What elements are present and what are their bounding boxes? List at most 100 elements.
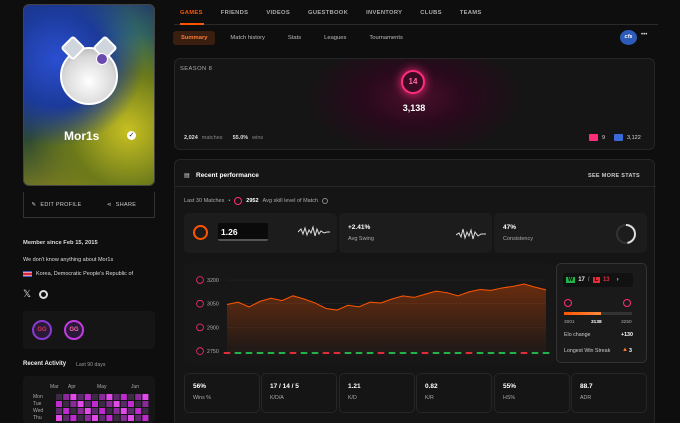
tab-guestbook[interactable]: GUESTBOOK bbox=[308, 10, 348, 16]
heatmap-cell[interactable] bbox=[142, 394, 149, 400]
heatmap-cell[interactable] bbox=[120, 408, 127, 414]
team-logo[interactable]: cfs bbox=[620, 30, 637, 45]
rank-stat-a: 9 bbox=[602, 135, 606, 141]
badge-icon[interactable]: GG bbox=[64, 320, 84, 340]
result-marker bbox=[333, 352, 341, 354]
subtab-match-history[interactable]: Match history bbox=[222, 31, 272, 45]
heatmap-cell[interactable] bbox=[106, 408, 113, 414]
profile-card: Mor1s ✓ bbox=[23, 4, 155, 186]
rank-up-icon bbox=[614, 134, 623, 141]
heatmap-cell[interactable] bbox=[135, 394, 142, 400]
heatmap-cell[interactable] bbox=[99, 408, 106, 414]
main-nav: GAMES FRIENDS VIDEOS GUESTBOOK INVENTORY… bbox=[180, 10, 500, 16]
stat-box-wins: 56% Wins % bbox=[184, 373, 260, 413]
rating-sparkline bbox=[298, 225, 330, 237]
heatmap-cell[interactable] bbox=[77, 401, 84, 407]
heatmap-cell[interactable] bbox=[128, 415, 134, 421]
subtab-leagues[interactable]: Leagues bbox=[316, 31, 354, 45]
subtab-tournaments[interactable]: Tournaments bbox=[361, 31, 411, 45]
heatmap-cell[interactable] bbox=[142, 415, 149, 421]
tab-clubs[interactable]: CLUBS bbox=[420, 10, 441, 16]
heatmap-cell[interactable] bbox=[70, 394, 77, 400]
heatmap-cell[interactable] bbox=[84, 415, 91, 421]
heatmap-cell[interactable] bbox=[142, 401, 149, 407]
win-icon: W bbox=[566, 277, 576, 283]
heatmap-cell[interactable] bbox=[92, 408, 98, 414]
tab-videos[interactable]: VIDEOS bbox=[266, 10, 290, 16]
flag-icon bbox=[23, 271, 32, 277]
heatmap-cell[interactable] bbox=[135, 408, 142, 414]
rank-stat-b: 3,122 bbox=[627, 135, 641, 141]
heatmap-cell[interactable] bbox=[128, 394, 134, 400]
heatmap-cell[interactable] bbox=[142, 408, 149, 414]
x-twitter-icon[interactable]: 𝕏 bbox=[23, 289, 31, 300]
more-options-icon[interactable]: ••• bbox=[641, 32, 647, 38]
heatmap-cell[interactable] bbox=[70, 401, 77, 407]
heatmap-cell[interactable] bbox=[106, 394, 113, 400]
heatmap-cell[interactable] bbox=[120, 394, 127, 400]
day-label: Thu bbox=[33, 415, 42, 421]
heatmap-cell[interactable] bbox=[56, 394, 62, 400]
info-icon[interactable] bbox=[322, 198, 329, 204]
heatmap-cell[interactable] bbox=[120, 401, 127, 407]
heatmap-cell[interactable] bbox=[113, 394, 120, 400]
heatmap-cell[interactable] bbox=[63, 394, 70, 400]
heatmap-cell[interactable] bbox=[63, 401, 70, 407]
heatmap-cell[interactable] bbox=[99, 415, 106, 421]
heatmap-cell[interactable] bbox=[63, 408, 70, 414]
heatmap-cell[interactable] bbox=[120, 415, 127, 421]
result-marker bbox=[476, 352, 484, 354]
heatmap-cell[interactable] bbox=[128, 408, 134, 414]
heatmap-cell[interactable] bbox=[70, 408, 77, 414]
heatmap-cell[interactable] bbox=[77, 415, 84, 421]
heatmap-cell[interactable] bbox=[56, 401, 62, 407]
result-marker bbox=[223, 352, 231, 354]
edit-profile-button[interactable]: ✎ EDIT PROFILE bbox=[24, 192, 89, 217]
result-marker bbox=[267, 352, 275, 354]
verified-icon: ✓ bbox=[127, 131, 136, 140]
rating-box: 1.26 bbox=[218, 223, 268, 241]
heatmap-cell[interactable] bbox=[113, 415, 120, 421]
elo-bar-current: 3138 bbox=[591, 320, 602, 325]
subtab-stats[interactable]: Stats bbox=[280, 31, 309, 45]
heatmap-cell[interactable] bbox=[56, 408, 62, 414]
heatmap-cell[interactable] bbox=[70, 415, 77, 421]
heatmap-cell[interactable] bbox=[106, 415, 113, 421]
avatar[interactable] bbox=[60, 35, 118, 105]
heatmap-cell[interactable] bbox=[84, 401, 91, 407]
heatmap-cell[interactable] bbox=[56, 415, 62, 421]
tab-teams[interactable]: TEAMS bbox=[460, 10, 482, 16]
result-marker bbox=[234, 352, 242, 354]
see-more-stats-link[interactable]: SEE MORE STATS bbox=[588, 173, 640, 179]
heatmap-cell[interactable] bbox=[84, 408, 91, 414]
tab-inventory[interactable]: INVENTORY bbox=[366, 10, 402, 16]
heatmap-cell[interactable] bbox=[77, 394, 84, 400]
stat-box-hs: 55% HS% bbox=[494, 373, 570, 413]
tab-friends[interactable]: FRIENDS bbox=[221, 10, 249, 16]
heatmap-cell[interactable] bbox=[99, 394, 106, 400]
subtab-summary[interactable]: Summary bbox=[173, 31, 216, 45]
heatmap-cell[interactable] bbox=[113, 408, 120, 414]
heatmap-cell[interactable] bbox=[77, 408, 84, 414]
recent-activity-title: Recent Activity bbox=[23, 361, 67, 367]
heatmap-cell[interactable] bbox=[128, 401, 134, 407]
heatmap-cell[interactable] bbox=[63, 415, 70, 421]
tab-games[interactable]: GAMES bbox=[180, 10, 203, 16]
heatmap-cell[interactable] bbox=[135, 415, 142, 421]
heatmap-cell[interactable] bbox=[84, 394, 91, 400]
heatmap-cell[interactable] bbox=[99, 401, 106, 407]
heatmap-cell[interactable] bbox=[106, 401, 113, 407]
heatmap-cell[interactable] bbox=[92, 401, 98, 407]
heatmap-cell[interactable] bbox=[92, 415, 98, 421]
heatmap-cell[interactable] bbox=[135, 401, 142, 407]
rank-down-icon bbox=[589, 134, 598, 141]
heatmap-cell[interactable] bbox=[92, 394, 98, 400]
chevron-right-icon[interactable]: › bbox=[617, 277, 619, 283]
badge-icon[interactable]: GG bbox=[32, 320, 52, 340]
steam-icon[interactable] bbox=[39, 290, 48, 299]
heatmap-cell[interactable] bbox=[113, 401, 120, 407]
share-button[interactable]: ⋖ SHARE bbox=[89, 192, 154, 217]
profile-name: Mor1s bbox=[64, 129, 100, 143]
result-marker bbox=[509, 352, 517, 354]
elo-value: 3,138 bbox=[402, 103, 426, 113]
